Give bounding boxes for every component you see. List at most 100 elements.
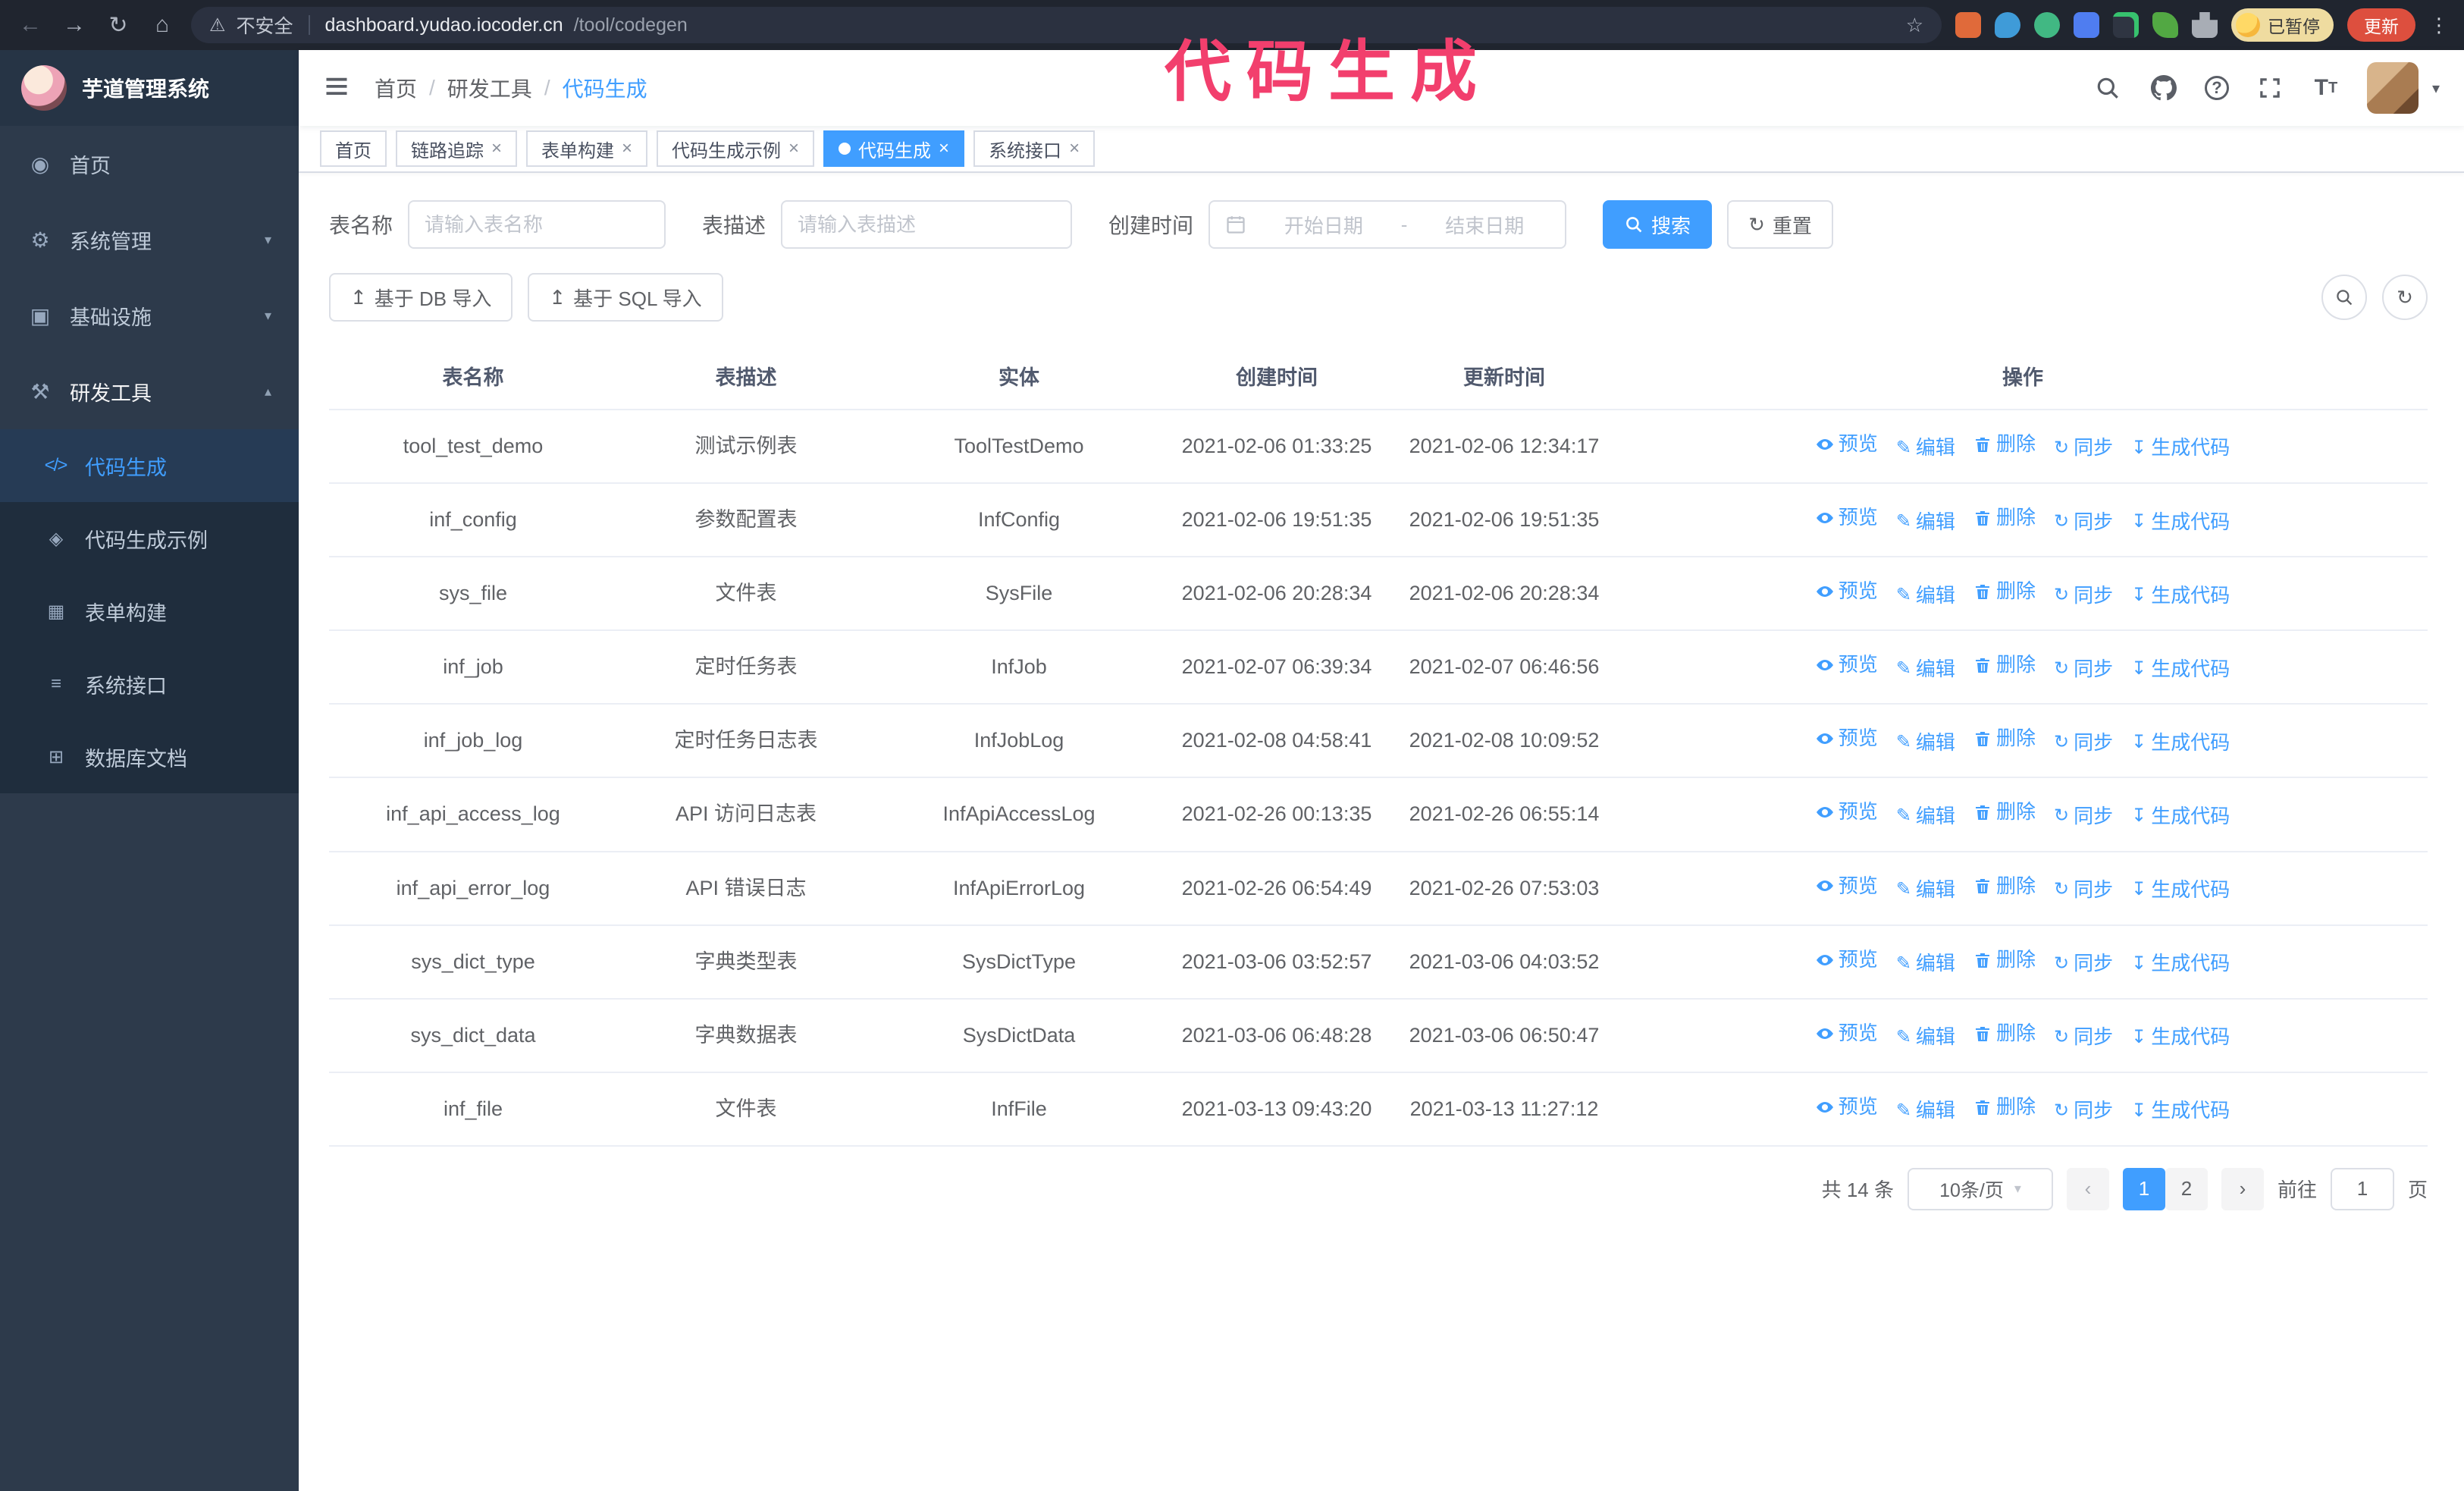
sidebar-item-infrastructure[interactable]: ▣ 基础设施 ▾ xyxy=(0,278,299,353)
refresh-table-button[interactable]: ↻ xyxy=(2382,275,2428,320)
browser-address-bar[interactable]: ⚠ 不安全 dashboard.yudao.iocoder.cn /tool/c… xyxy=(191,7,1942,43)
row-action-edit[interactable]: ✎ 编辑 xyxy=(1896,655,1955,684)
row-action-sync[interactable]: ↻ 同步 xyxy=(2054,1023,2113,1052)
row-action-delete[interactable]: 删除 xyxy=(1973,798,2036,827)
close-icon[interactable]: × xyxy=(939,140,949,158)
extensions-puzzle-icon[interactable] xyxy=(2192,12,2218,38)
browser-reload-icon[interactable]: ↻ xyxy=(103,12,133,39)
row-action-edit[interactable]: ✎ 编辑 xyxy=(1896,508,1955,537)
breadcrumb-dev-tools[interactable]: 研发工具 xyxy=(447,73,532,103)
sidebar-subitem-db-doc[interactable]: ⊞ 数据库文档 xyxy=(0,720,299,793)
avatar-caret-icon[interactable]: ▾ xyxy=(2432,79,2440,98)
row-action-sync[interactable]: ↻ 同步 xyxy=(2054,876,2113,905)
tab-codegen-example[interactable]: 代码生成示例 × xyxy=(657,130,815,167)
row-action-preview[interactable]: 预览 xyxy=(1816,1019,1878,1048)
browser-menu-icon[interactable]: ⋮ xyxy=(2429,14,2449,37)
reset-button[interactable]: ↻ 重置 xyxy=(1727,200,1833,249)
font-size-icon[interactable]: TT xyxy=(2311,73,2341,103)
row-action-edit[interactable]: ✎ 编辑 xyxy=(1896,1023,1955,1052)
row-action-generate-code[interactable]: ↧ 生成代码 xyxy=(2131,434,2230,463)
table-name-input[interactable] xyxy=(408,200,666,249)
tab-codegen[interactable]: 代码生成 × xyxy=(823,130,965,167)
sidebar-item-home[interactable]: ◉ 首页 xyxy=(0,126,299,202)
row-action-generate-code[interactable]: ↧ 生成代码 xyxy=(2131,1023,2230,1052)
extension-icon-1[interactable] xyxy=(1955,12,1981,38)
browser-forward-icon[interactable]: → xyxy=(59,12,89,38)
row-action-delete[interactable]: 删除 xyxy=(1973,872,2036,901)
row-action-edit[interactable]: ✎ 编辑 xyxy=(1896,876,1955,905)
row-action-preview[interactable]: 预览 xyxy=(1816,1093,1878,1122)
row-action-sync[interactable]: ↻ 同步 xyxy=(2054,582,2113,611)
row-action-delete[interactable]: 删除 xyxy=(1973,1093,2036,1122)
row-action-preview[interactable]: 预览 xyxy=(1816,504,1878,532)
tab-form-builder[interactable]: 表单构建 × xyxy=(526,130,648,167)
row-action-delete[interactable]: 删除 xyxy=(1973,430,2036,459)
row-action-generate-code[interactable]: ↧ 生成代码 xyxy=(2131,508,2230,537)
search-icon[interactable] xyxy=(2093,73,2123,103)
browser-home-icon[interactable]: ⌂ xyxy=(147,12,177,38)
row-action-edit[interactable]: ✎ 编辑 xyxy=(1896,802,1955,831)
toggle-search-button[interactable] xyxy=(2321,275,2367,320)
next-page-button[interactable]: › xyxy=(2221,1167,2264,1210)
goto-page-input[interactable] xyxy=(2330,1167,2394,1210)
import-sql-button[interactable]: ↥ 基于 SQL 导入 xyxy=(528,273,723,322)
row-action-sync[interactable]: ↻ 同步 xyxy=(2054,950,2113,978)
row-action-preview[interactable]: 预览 xyxy=(1816,651,1878,680)
extension-icon-2[interactable] xyxy=(1995,12,2020,38)
row-action-preview[interactable]: 预览 xyxy=(1816,577,1878,606)
breadcrumb-home[interactable]: 首页 xyxy=(375,73,417,103)
row-action-edit[interactable]: ✎ 编辑 xyxy=(1896,434,1955,463)
row-action-delete[interactable]: 删除 xyxy=(1973,1019,2036,1048)
row-action-generate-code[interactable]: ↧ 生成代码 xyxy=(2131,950,2230,978)
close-icon[interactable]: × xyxy=(622,140,632,158)
page-size-select[interactable]: 10条/页 ▾ xyxy=(1907,1167,2053,1210)
table-desc-input[interactable] xyxy=(781,200,1073,249)
row-action-edit[interactable]: ✎ 编辑 xyxy=(1896,1097,1955,1125)
user-avatar[interactable] xyxy=(2366,62,2419,114)
row-action-preview[interactable]: 预览 xyxy=(1816,724,1878,753)
help-icon[interactable]: ? xyxy=(2204,76,2229,100)
extension-icon-5[interactable] xyxy=(2113,12,2139,38)
bookmark-star-icon[interactable]: ☆ xyxy=(1906,14,1923,37)
close-icon[interactable]: × xyxy=(491,140,502,158)
close-icon[interactable]: × xyxy=(1069,140,1080,158)
github-icon[interactable] xyxy=(2149,73,2179,103)
row-action-preview[interactable]: 预览 xyxy=(1816,872,1878,901)
app-logo[interactable]: 芋道管理系统 xyxy=(0,50,299,126)
row-action-generate-code[interactable]: ↧ 生成代码 xyxy=(2131,802,2230,831)
tab-home[interactable]: 首页 xyxy=(320,130,387,167)
extension-icon-4[interactable] xyxy=(2074,12,2099,38)
row-action-sync[interactable]: ↻ 同步 xyxy=(2054,655,2113,684)
row-action-delete[interactable]: 删除 xyxy=(1973,577,2036,606)
row-action-delete[interactable]: 删除 xyxy=(1973,724,2036,753)
sidebar-item-system-management[interactable]: ⚙ 系统管理 ▾ xyxy=(0,202,299,278)
row-action-generate-code[interactable]: ↧ 生成代码 xyxy=(2131,655,2230,684)
page-button-2[interactable]: 2 xyxy=(2165,1167,2208,1210)
sidebar-subitem-codegen-example[interactable]: ◈ 代码生成示例 xyxy=(0,502,299,575)
row-action-generate-code[interactable]: ↧ 生成代码 xyxy=(2131,1097,2230,1125)
sidebar-subitem-form-builder[interactable]: ▦ 表单构建 xyxy=(0,575,299,648)
sidebar-subitem-codegen[interactable]: </> 代码生成 xyxy=(0,429,299,502)
create-time-range-picker[interactable]: 开始日期 - 结束日期 xyxy=(1208,200,1567,249)
row-action-preview[interactable]: 预览 xyxy=(1816,430,1878,459)
tab-link-trace[interactable]: 链路追踪 × xyxy=(396,130,518,167)
row-action-delete[interactable]: 删除 xyxy=(1973,946,2036,975)
row-action-sync[interactable]: ↻ 同步 xyxy=(2054,1097,2113,1125)
page-button-1[interactable]: 1 xyxy=(2122,1167,2165,1210)
row-action-sync[interactable]: ↻ 同步 xyxy=(2054,508,2113,537)
sidebar-subitem-system-api[interactable]: ≡ 系统接口 xyxy=(0,648,299,720)
extension-icon-3[interactable] xyxy=(2034,12,2060,38)
close-icon[interactable]: × xyxy=(788,140,799,158)
extension-icon-6[interactable] xyxy=(2152,12,2178,38)
row-action-sync[interactable]: ↻ 同步 xyxy=(2054,802,2113,831)
row-action-generate-code[interactable]: ↧ 生成代码 xyxy=(2131,582,2230,611)
fullscreen-icon[interactable] xyxy=(2255,73,2285,103)
row-action-delete[interactable]: 删除 xyxy=(1973,504,2036,532)
row-action-edit[interactable]: ✎ 编辑 xyxy=(1896,729,1955,758)
prev-page-button[interactable]: ‹ xyxy=(2066,1167,2109,1210)
row-action-sync[interactable]: ↻ 同步 xyxy=(2054,729,2113,758)
row-action-generate-code[interactable]: ↧ 生成代码 xyxy=(2131,876,2230,905)
browser-update-button[interactable]: 更新 xyxy=(2347,8,2415,42)
row-action-preview[interactable]: 预览 xyxy=(1816,946,1878,975)
row-action-sync[interactable]: ↻ 同步 xyxy=(2054,434,2113,463)
